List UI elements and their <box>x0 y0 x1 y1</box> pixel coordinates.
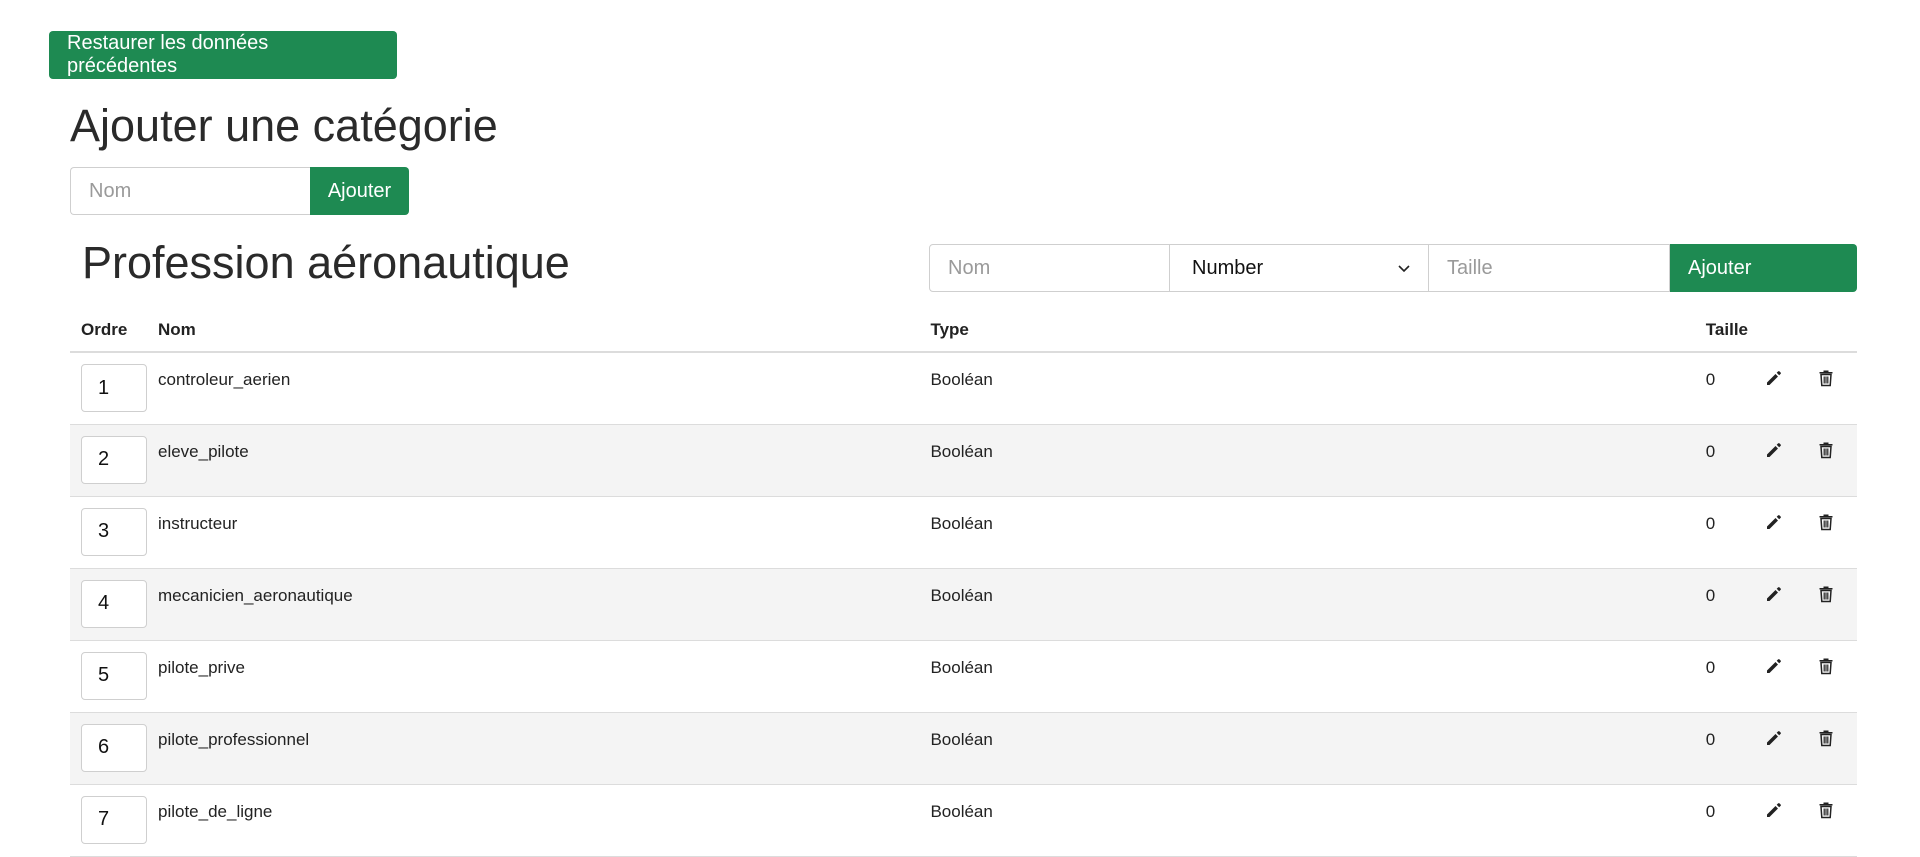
pencil-icon[interactable] <box>1764 656 1784 676</box>
field-name: pilote_professionnel <box>157 712 931 785</box>
field-size: 0 <box>1694 712 1748 785</box>
actions-cell <box>1748 784 1857 857</box>
trash-icon[interactable] <box>1816 368 1836 388</box>
actions-cell <box>1748 712 1857 785</box>
order-input[interactable] <box>81 723 147 772</box>
restore-data-button[interactable]: Restaurer les données précédentes <box>49 31 397 79</box>
actions-cell <box>1748 352 1857 425</box>
pencil-icon[interactable] <box>1764 440 1784 460</box>
field-size: 0 <box>1694 496 1748 569</box>
table-row: eleve_pilote Booléan 0 <box>70 424 1857 497</box>
order-input[interactable] <box>81 364 147 412</box>
trash-icon[interactable] <box>1816 584 1836 604</box>
pencil-icon[interactable] <box>1764 368 1784 388</box>
field-name: controleur_aerien <box>157 352 931 425</box>
order-cell <box>70 568 158 641</box>
pencil-icon[interactable] <box>1764 584 1784 604</box>
trash-icon[interactable] <box>1816 728 1836 748</box>
actions-cell <box>1748 424 1857 497</box>
table-body: controleur_aerien Booléan 0 eleve_pilote… <box>70 352 1857 857</box>
order-cell <box>70 496 158 569</box>
table-row: pilote_prive Booléan 0 <box>70 640 1857 713</box>
field-size: 0 <box>1694 640 1748 713</box>
actions-cell <box>1748 496 1857 569</box>
order-cell <box>70 352 158 425</box>
order-input[interactable] <box>81 651 147 700</box>
table-row: controleur_aerien Booléan 0 <box>70 352 1857 425</box>
header-size: Taille <box>1694 308 1748 353</box>
order-input[interactable] <box>81 507 147 556</box>
field-name: pilote_prive <box>157 640 931 713</box>
field-size: 0 <box>1694 352 1748 425</box>
field-name: instructeur <box>157 496 931 569</box>
section-title: Profession aéronautique <box>82 237 570 288</box>
table-row: pilote_de_ligne Booléan 0 <box>70 784 1857 857</box>
field-name: pilote_de_ligne <box>157 784 931 857</box>
trash-icon[interactable] <box>1816 800 1836 820</box>
field-type: Booléan <box>930 784 1695 857</box>
chevron-down-icon <box>1398 265 1410 273</box>
order-cell <box>70 424 158 497</box>
pencil-icon[interactable] <box>1764 728 1784 748</box>
field-type: Booléan <box>930 352 1695 425</box>
fields-table: Ordre Nom Type Taille controleur_aerien … <box>70 308 1857 857</box>
header-name: Nom <box>157 308 931 353</box>
order-cell <box>70 784 158 857</box>
field-name: mecanicien_aeronautique <box>157 568 931 641</box>
table-row: instructeur Booléan 0 <box>70 496 1857 569</box>
field-type: Booléan <box>930 568 1695 641</box>
table-header-row: Ordre Nom Type Taille <box>70 308 1857 353</box>
trash-icon[interactable] <box>1816 440 1836 460</box>
trash-icon[interactable] <box>1816 656 1836 676</box>
field-size: 0 <box>1694 784 1748 857</box>
pencil-icon[interactable] <box>1764 512 1784 532</box>
field-type: Booléan <box>930 640 1695 713</box>
trash-icon[interactable] <box>1816 512 1836 532</box>
add-category-title: Ajouter une catégorie <box>70 100 498 151</box>
pencil-icon[interactable] <box>1764 800 1784 820</box>
field-name-input[interactable] <box>929 244 1170 292</box>
field-type: Booléan <box>930 712 1695 785</box>
field-type: Booléan <box>930 424 1695 497</box>
category-name-input[interactable] <box>70 167 310 215</box>
field-name: eleve_pilote <box>157 424 931 497</box>
header-type: Type <box>930 308 1695 353</box>
field-size: 0 <box>1694 424 1748 497</box>
order-cell <box>70 712 158 785</box>
field-type: Booléan <box>930 496 1695 569</box>
field-size-input[interactable] <box>1429 244 1670 292</box>
order-input[interactable] <box>81 435 147 484</box>
field-type-select[interactable]: Number <box>1170 244 1429 292</box>
table-row: mecanicien_aeronautique Booléan 0 <box>70 568 1857 641</box>
field-type-value: Number <box>1192 256 1264 279</box>
field-size: 0 <box>1694 568 1748 641</box>
header-order: Ordre <box>70 308 158 353</box>
order-cell <box>70 640 158 713</box>
header-actions <box>1748 308 1857 353</box>
actions-cell <box>1748 640 1857 713</box>
order-input[interactable] <box>81 795 147 844</box>
add-category-button[interactable]: Ajouter <box>310 167 409 215</box>
actions-cell <box>1748 568 1857 641</box>
order-input[interactable] <box>81 579 147 628</box>
add-field-button[interactable]: Ajouter <box>1670 244 1857 292</box>
table-row: pilote_professionnel Booléan 0 <box>70 712 1857 785</box>
